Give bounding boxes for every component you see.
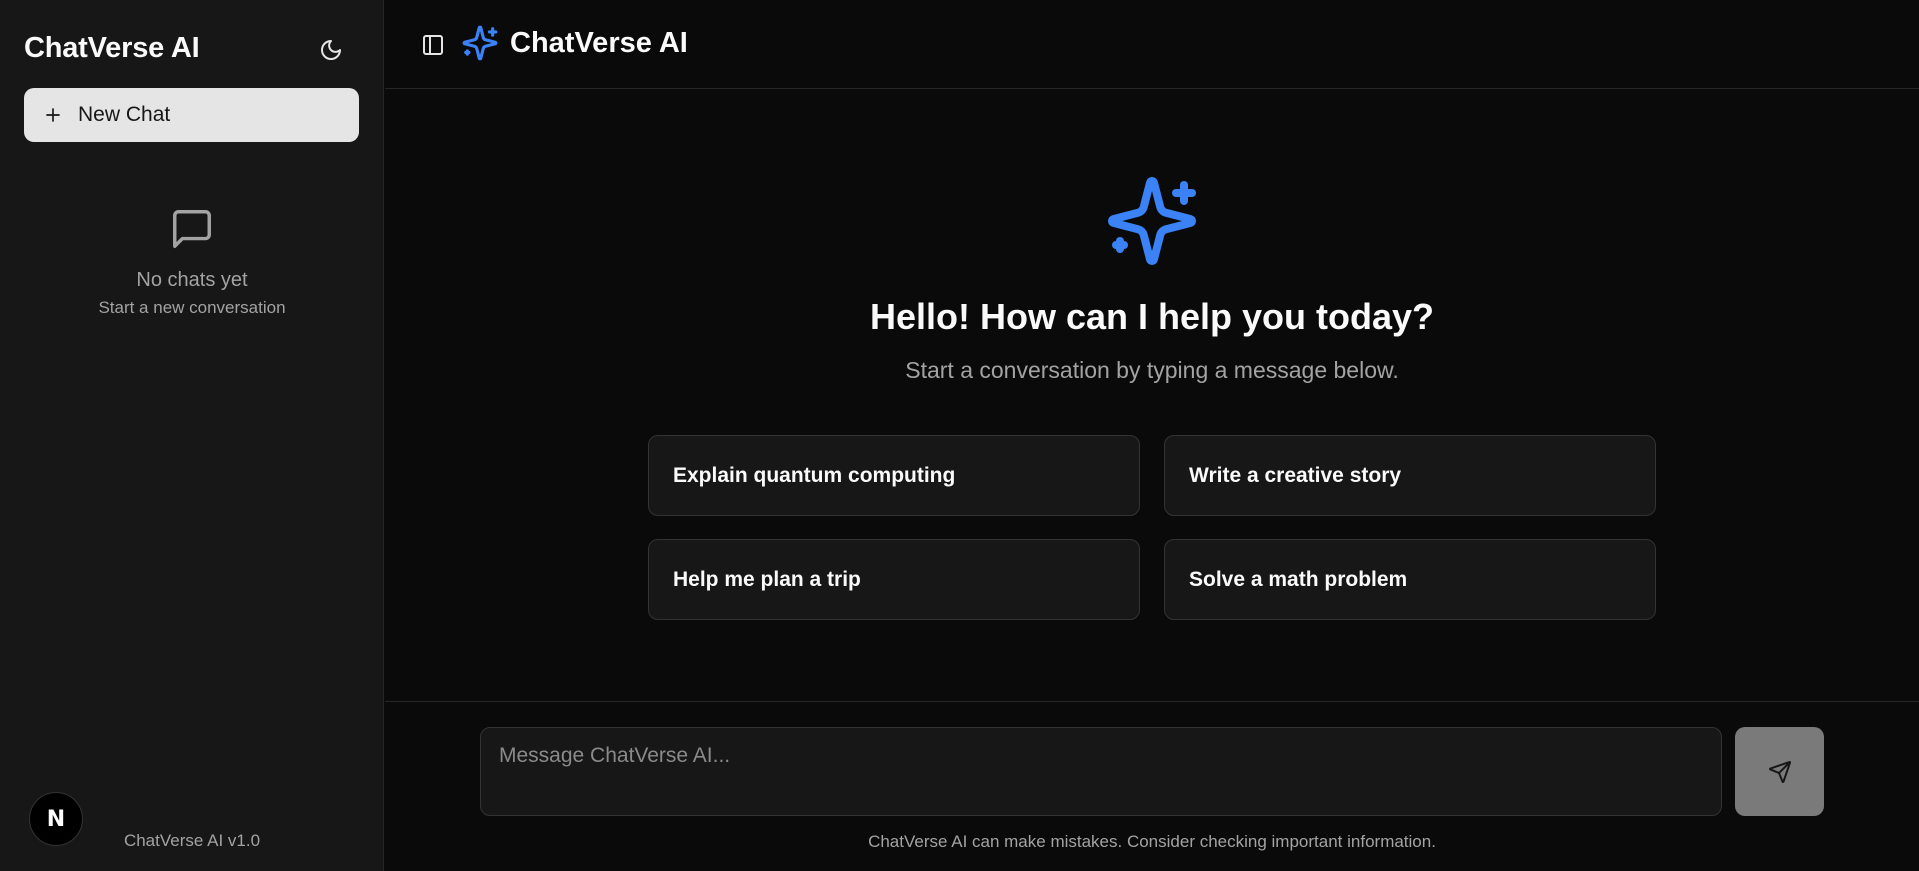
moon-icon (321, 40, 341, 60)
suggestion-creative-story[interactable]: Write a creative story (1164, 435, 1656, 516)
send-button[interactable] (1735, 727, 1824, 816)
empty-chat-list: No chats yet Start a new conversation (0, 206, 384, 318)
header-title: ChatVerse AI (510, 27, 688, 59)
composer: ChatVerse AI can make mistakes. Consider… (385, 701, 1919, 871)
top-header: ChatVerse AI (385, 0, 1919, 89)
suggestion-plan-trip[interactable]: Help me plan a trip (648, 539, 1140, 620)
sidebar-brand: ChatVerse AI (24, 32, 200, 64)
new-chat-label: New Chat (78, 103, 171, 126)
new-chat-button[interactable]: New Chat (24, 88, 359, 142)
sidebar-toggle-button[interactable] (416, 28, 450, 62)
message-input-box (480, 727, 1722, 816)
hero-sparkles-icon (1104, 173, 1200, 274)
plus-icon (44, 106, 62, 124)
theme-toggle-button[interactable] (314, 33, 348, 67)
avatar-letter: N (46, 806, 66, 832)
sparkles-icon (461, 24, 499, 67)
suggestion-quantum-computing[interactable]: Explain quantum computing (648, 435, 1140, 516)
empty-subtitle: Start a new conversation (98, 298, 286, 317)
send-icon (1768, 760, 1791, 783)
version-label: ChatVerse AI v1.0 (123, 831, 261, 850)
suggestion-label: Explain quantum computing (673, 463, 956, 487)
panel-left-icon (423, 35, 443, 55)
suggestion-label: Write a creative story (1189, 463, 1402, 487)
suggestion-label: Solve a math problem (1189, 567, 1408, 591)
suggestion-label: Help me plan a trip (673, 567, 861, 591)
welcome-title: Hello! How can I help you today? (869, 296, 1435, 337)
suggestion-math-problem[interactable]: Solve a math problem (1164, 539, 1656, 620)
empty-title: No chats yet (136, 269, 248, 291)
message-input[interactable] (481, 728, 1721, 815)
message-square-icon (169, 206, 215, 252)
sidebar: ChatVerse AI New Chat No chats yet Start… (0, 0, 384, 871)
disclaimer: ChatVerse AI can make mistakes. Consider… (868, 832, 1436, 851)
welcome-subtitle: Start a conversation by typing a message… (905, 357, 1399, 383)
